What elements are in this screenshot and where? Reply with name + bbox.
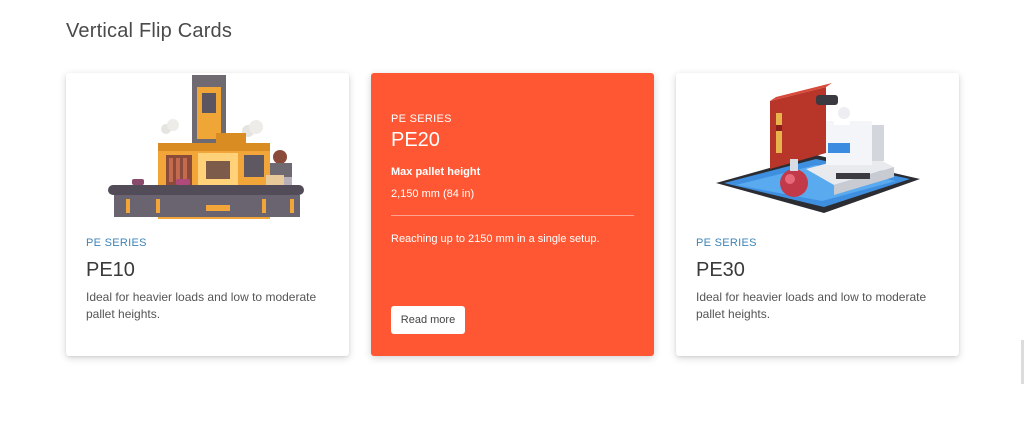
spec-label: Max pallet height <box>391 166 481 178</box>
card-series-label: PE SERIES <box>696 237 757 249</box>
divider <box>391 215 634 216</box>
card-pe30[interactable]: PE SERIES PE30 Ideal for heavier loads a… <box>676 73 959 356</box>
card-pe20[interactable]: PE SERIES PE20 Max pallet height 2,150 m… <box>371 73 654 356</box>
card-model-title: PE10 <box>86 259 135 281</box>
card-pe10[interactable]: PE SERIES PE10 Ideal for heavier loads a… <box>66 73 349 356</box>
card-series-label: PE SERIES <box>391 113 452 125</box>
laboratory-microscope-illustration <box>716 83 920 213</box>
card-description: Ideal for heavier loads and low to moder… <box>86 290 317 321</box>
read-more-button[interactable]: Read more <box>391 306 465 334</box>
card-detail-text: Reaching up to 2150 mm in a single setup… <box>391 233 600 245</box>
card-series-label: PE SERIES <box>86 237 147 249</box>
spec-value: 2,150 mm (84 in) <box>391 188 475 200</box>
card-model-title: PE20 <box>391 129 440 151</box>
card-model-title: PE30 <box>696 259 745 281</box>
card-description: Ideal for heavier loads and low to moder… <box>696 290 927 321</box>
section-title: Vertical Flip Cards <box>66 20 233 42</box>
factory-machine-illustration <box>108 75 304 219</box>
page: Vertical Flip Cards PE SERIES PE10 Ideal… <box>0 0 1024 423</box>
